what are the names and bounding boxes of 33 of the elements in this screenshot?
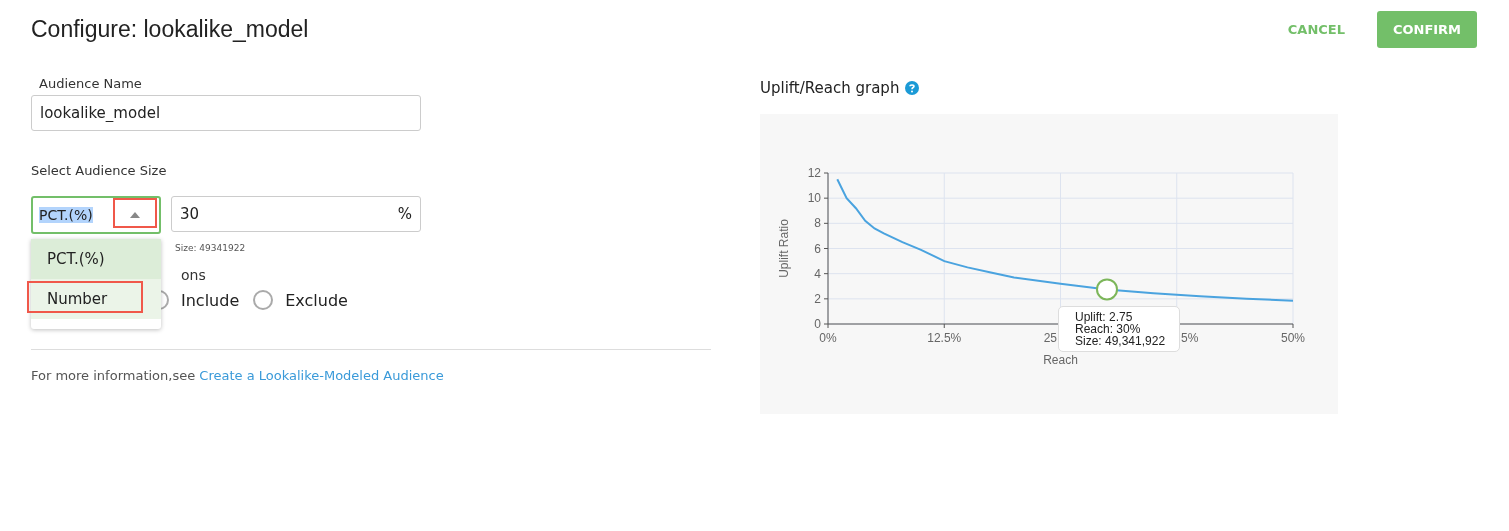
tooltip-text: Uplift: 2.75 Reach: 30% Size: 49,341,922 xyxy=(1075,311,1164,347)
field-label: Audience Name xyxy=(39,76,143,91)
radio-button[interactable] xyxy=(253,290,274,310)
size-note: Size: 49341922 xyxy=(175,243,247,253)
graph-title: Uplift/Reach graph xyxy=(760,79,900,97)
x-axis-title: Reach xyxy=(1043,353,1078,367)
y-tick-label: 4 xyxy=(814,266,821,281)
y-tick-label: 12 xyxy=(807,166,821,180)
highlight-outline xyxy=(113,198,157,228)
dropdown-option[interactable]: PCT.(%) xyxy=(31,239,161,279)
y-axis-title: Uplift Ratio xyxy=(777,219,791,278)
page-title: Configure: lookalike_model xyxy=(31,15,309,43)
y-tick-label: 8 xyxy=(814,216,821,231)
caret-icon xyxy=(130,212,140,218)
section-label: ons xyxy=(181,267,206,283)
unit-dropdown[interactable]: PCT.(%) xyxy=(31,196,161,234)
hover-marker xyxy=(1096,278,1118,301)
y-tick-label: 2 xyxy=(814,291,821,306)
y-tick-label: 10 xyxy=(807,191,821,206)
x-tick-label: 5% xyxy=(1181,331,1199,345)
help-text: For more information,see Create a Lookalike-Modeled Audience xyxy=(31,368,445,383)
x-tick-label: 50% xyxy=(1281,331,1305,345)
amount-field[interactable]: 30 % xyxy=(171,196,421,232)
radio-label: Include xyxy=(181,290,240,310)
audience-name-field[interactable]: lookalike_model xyxy=(31,95,421,131)
radio-label: Exclude xyxy=(285,290,348,310)
x-tick-label: 0% xyxy=(819,331,837,345)
help-icon[interactable] xyxy=(905,81,920,95)
x-tick-label: 25 xyxy=(1043,331,1057,345)
y-tick-label: 0 xyxy=(814,317,821,331)
y-tick-label: 6 xyxy=(814,241,821,256)
x-tick-label: 12.5% xyxy=(927,331,962,345)
section-label: Select Audience Size xyxy=(31,163,168,178)
